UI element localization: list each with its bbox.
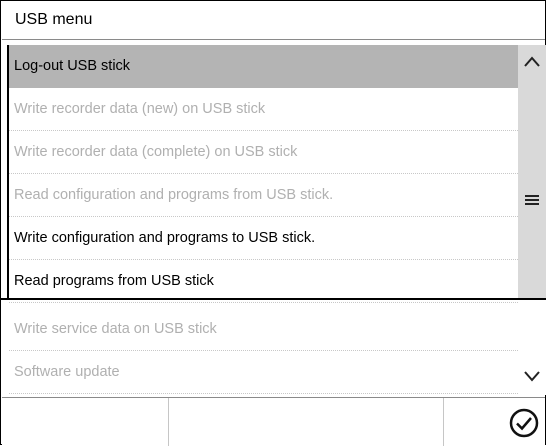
title-bar: USB menu [2,2,545,40]
menu-item-6[interactable]: Write service data on USB stick [9,308,518,351]
menu-item-4[interactable]: Write configuration and programs to USB … [9,217,518,260]
menu-item-0[interactable]: Log-out USB stick [9,45,518,88]
menu-item-label: Write configuration and programs to USB … [14,230,316,246]
menu-icon[interactable] [518,185,546,215]
chevron-up-icon[interactable] [518,47,546,77]
scroll-track[interactable] [518,45,546,299]
menu-item-label: Software update [14,364,120,380]
menu-item-label: Read configuration and programs from USB… [14,187,334,203]
menu-item-label: Log-out USB stick [14,58,131,74]
toolbar-divider [443,398,444,446]
menu-item-label: Write service data on USB stick [14,321,217,337]
menu-item-5[interactable]: Read programs from USB stick [9,260,518,303]
viewport-boundary [1,298,546,300]
menu-item-2[interactable]: Write recorder data (complete) on USB st… [9,131,518,174]
menu-item-label: Write recorder data (new) on USB stick [14,101,266,117]
window-title: USB menu [15,11,93,28]
menu-item-label: Write recorder data (complete) on USB st… [14,144,298,160]
scrollbar[interactable] [518,45,546,395]
chevron-down-icon[interactable] [518,361,546,391]
checkmark-circle-icon[interactable] [509,408,539,438]
menu-item-1[interactable]: Write recorder data (new) on USB stick [9,88,518,131]
menu-item-3[interactable]: Read configuration and programs from USB… [9,174,518,217]
usb-menu-list: Log-out USB stick Write recorder data (n… [9,45,518,395]
menu-item-7[interactable]: Software update [9,351,518,394]
bottom-toolbar [2,397,545,446]
menu-item-label: Read programs from USB stick [14,273,214,289]
viewport-left-edge [7,45,9,299]
toolbar-divider [168,398,169,446]
usb-menu-window: USB menu Log-out USB stick Write recorde… [0,0,546,446]
